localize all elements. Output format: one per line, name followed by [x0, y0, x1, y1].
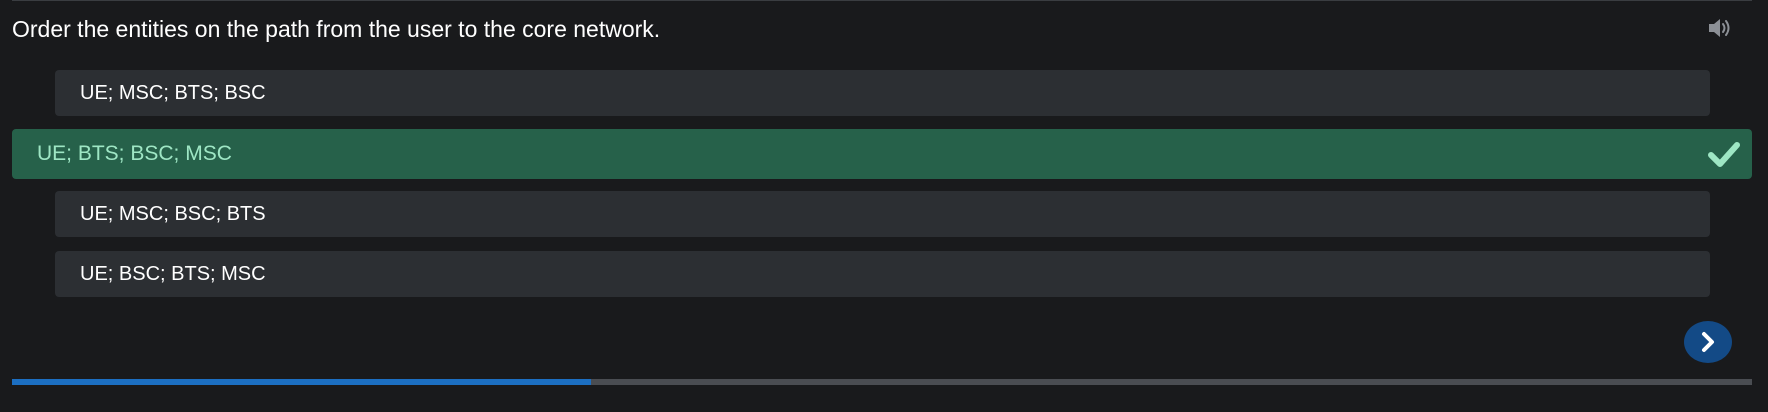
- checkmark-icon: [1708, 142, 1740, 167]
- answer-option-label: UE; MSC; BTS; BSC: [80, 81, 266, 104]
- answer-option-4[interactable]: UE; BSC; BTS; MSC: [55, 251, 1710, 297]
- chevron-right-icon: [1702, 332, 1714, 352]
- answer-option-1[interactable]: UE; MSC; BTS; BSC: [55, 70, 1710, 116]
- progress-bar: [12, 379, 1752, 385]
- top-divider: [12, 0, 1752, 1]
- quiz-page: Order the entities on the path from the …: [0, 0, 1768, 412]
- audio-button[interactable]: [1706, 13, 1736, 43]
- speaker-icon: [1709, 19, 1730, 37]
- next-button[interactable]: [1684, 321, 1732, 363]
- answer-option-label: UE; BSC; BTS; MSC: [80, 262, 266, 285]
- answer-option-3[interactable]: UE; MSC; BSC; BTS: [55, 191, 1710, 237]
- answer-option-label: UE; MSC; BSC; BTS: [80, 202, 266, 225]
- answer-option-label: UE; BTS; BSC; MSC: [37, 142, 232, 165]
- answer-option-2-correct[interactable]: UE; BTS; BSC; MSC: [12, 129, 1752, 179]
- question-text: Order the entities on the path from the …: [12, 16, 661, 42]
- progress-bar-fill: [12, 379, 592, 385]
